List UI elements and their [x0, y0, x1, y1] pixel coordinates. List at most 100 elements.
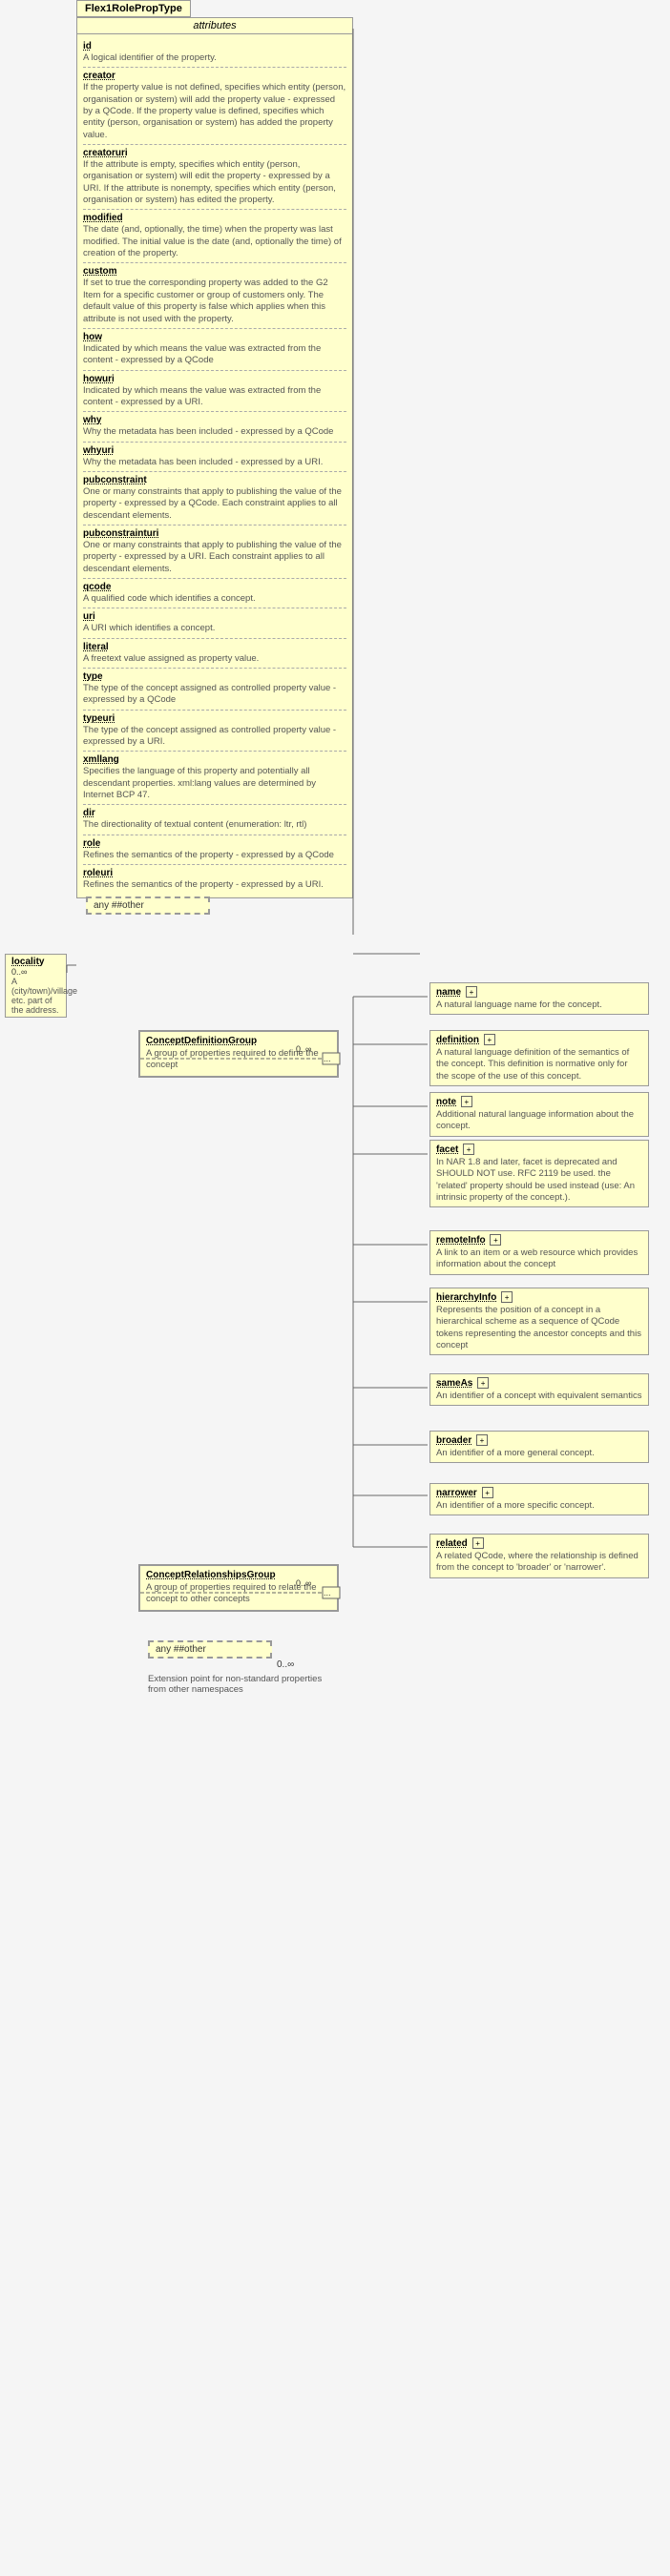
right-box-title-remoteInfo: remoteInfo: [436, 1235, 486, 1246]
right-box-desc-definition: A natural language definition of the sem…: [436, 1047, 642, 1082]
attr-name-how: how: [83, 332, 102, 342]
attr-name-howuri: howuri: [83, 374, 115, 384]
attr-name-qcode: qcode: [83, 582, 111, 592]
attr-item-role: role Refines the semantics of the proper…: [83, 838, 346, 861]
locality-box: locality 0..∞ A (city/town)/village etc.…: [5, 954, 67, 1018]
attr-separator: [83, 638, 346, 639]
concept-def-group-box: ConceptDefinitionGroup A group of proper…: [138, 1030, 339, 1078]
attributes-header-text: attributes: [193, 20, 236, 31]
attributes-inner: id A logical identifier of the property.…: [77, 34, 352, 897]
locality-mult: 0..∞: [11, 967, 60, 977]
attr-name-literal: literal: [83, 642, 109, 652]
attr-item-literal: literal A freetext value assigned as pro…: [83, 642, 346, 665]
attr-desc-custom: If set to true the corresponding propert…: [83, 278, 346, 324]
attr-item-how: how Indicated by which means the value w…: [83, 332, 346, 367]
right-box-desc-name: A natural language name for the concept.: [436, 999, 642, 1011]
right-box-note: note + Additional natural language infor…: [429, 1092, 649, 1137]
attr-desc-creator: If the property value is not defined, sp…: [83, 82, 346, 141]
any-other-label: any ##other: [94, 900, 144, 911]
attr-desc-pubconstrainturi: One or many constraints that apply to pu…: [83, 540, 346, 575]
attr-desc-qcode: A qualified code which identifies a conc…: [83, 593, 346, 605]
right-box-icon-name: +: [466, 986, 477, 998]
attr-item-creator: creator If the property value is not def…: [83, 71, 346, 141]
attr-name-creator: creator: [83, 71, 115, 81]
attr-desc-uri: A URI which identifies a concept.: [83, 623, 346, 634]
attr-name-whyuri: whyuri: [83, 445, 114, 456]
right-box-icon-note: +: [461, 1096, 472, 1107]
attr-separator: [83, 668, 346, 669]
attr-separator: [83, 67, 346, 68]
attr-item-xmllang: xmllang Specifies the language of this p…: [83, 754, 346, 801]
attr-name-creatoruri: creatoruri: [83, 148, 128, 158]
attr-desc-why: Why the metadata has been included - exp…: [83, 426, 346, 438]
attr-name-custom: custom: [83, 266, 117, 277]
attributes-header: attributes: [77, 18, 352, 34]
attr-item-roleuri: roleuri Refines the semantics of the pro…: [83, 868, 346, 891]
attr-separator: [83, 525, 346, 526]
concept-def-group-desc: A group of properties required to define…: [146, 1048, 331, 1072]
right-box-title-definition: definition: [436, 1035, 479, 1045]
right-box-icon-definition: +: [484, 1034, 495, 1045]
right-box-desc-related: A related QCode, where the relationship …: [436, 1551, 642, 1575]
attr-name-uri: uri: [83, 611, 95, 622]
right-box-icon-narrower: +: [482, 1487, 493, 1498]
any-other-box: any ##other: [86, 896, 210, 915]
attr-desc-typeuri: The type of the concept assigned as cont…: [83, 725, 346, 749]
right-box-desc-sameAs: An identifier of a concept with equivale…: [436, 1391, 642, 1402]
attr-separator: [83, 710, 346, 711]
attr-desc-pubconstraint: One or many constraints that apply to pu…: [83, 486, 346, 522]
attr-item-why: why Why the metadata has been included -…: [83, 415, 346, 438]
attr-name-xmllang: xmllang: [83, 754, 119, 765]
attr-desc-dir: The directionality of textual content (e…: [83, 819, 346, 831]
any-other-bottom-box: any ##other: [148, 1640, 272, 1659]
concept-rel-group-box: ConceptRelationshipsGroup A group of pro…: [138, 1564, 339, 1612]
attr-desc-whyuri: Why the metadata has been included - exp…: [83, 457, 346, 468]
attr-name-modified: modified: [83, 213, 123, 223]
diagram-container: Flex1RolePropType attributes id A logica…: [0, 0, 670, 2576]
attributes-box: attributes id A logical identifier of th…: [76, 17, 353, 898]
attr-desc-howuri: Indicated by which means the value was e…: [83, 385, 346, 409]
right-box-icon-facet: +: [463, 1144, 474, 1155]
right-box-icon-remoteInfo: +: [490, 1234, 501, 1246]
concept-rel-group-desc: A group of properties required to relate…: [146, 1582, 331, 1606]
attr-item-typeuri: typeuri The type of the concept assigned…: [83, 713, 346, 749]
attr-separator: [83, 751, 346, 752]
attr-name-id: id: [83, 41, 92, 52]
attr-separator: [83, 442, 346, 443]
attr-name-roleuri: roleuri: [83, 868, 113, 878]
attr-item-pubconstrainturi: pubconstrainturi One or many constraints…: [83, 528, 346, 575]
right-box-title-sameAs: sameAs: [436, 1378, 472, 1389]
right-box-name: name + A natural language name for the c…: [429, 982, 649, 1015]
attr-item-howuri: howuri Indicated by which means the valu…: [83, 374, 346, 409]
right-box-desc-hierarchyInfo: Represents the position of a concept in …: [436, 1305, 642, 1351]
right-box-broader: broader + An identifier of a more genera…: [429, 1431, 649, 1463]
attr-separator: [83, 411, 346, 412]
right-box-remoteInfo: remoteInfo + A link to an item or a web …: [429, 1230, 649, 1275]
right-box-title-hierarchyInfo: hierarchyInfo: [436, 1292, 496, 1303]
right-box-definition: definition + A natural language definiti…: [429, 1030, 649, 1086]
attr-desc-how: Indicated by which means the value was e…: [83, 343, 346, 367]
attr-item-creatoruri: creatoruri If the attribute is empty, sp…: [83, 148, 346, 206]
attr-item-id: id A logical identifier of the property.: [83, 41, 346, 64]
right-box-title-note: note: [436, 1097, 456, 1107]
concept-def-group-title: ConceptDefinitionGroup: [146, 1036, 331, 1046]
attr-name-dir: dir: [83, 808, 95, 818]
right-box-icon-sameAs: +: [477, 1377, 489, 1389]
attr-desc-role: Refines the semantics of the property - …: [83, 850, 346, 861]
attr-separator: [83, 864, 346, 865]
title-text: Flex1RolePropType: [85, 3, 182, 14]
attr-name-role: role: [83, 838, 100, 849]
attr-separator: [83, 370, 346, 371]
right-box-desc-narrower: An identifier of a more specific concept…: [436, 1500, 642, 1512]
attr-separator: [83, 804, 346, 805]
any-other-bottom-desc: Extension point for non-standard propert…: [148, 1674, 339, 1695]
attr-separator: [83, 262, 346, 263]
attr-separator: [83, 578, 346, 579]
any-other-bottom-mult: 0..∞: [277, 1659, 294, 1670]
attr-name-why: why: [83, 415, 101, 425]
attr-desc-id: A logical identifier of the property.: [83, 52, 346, 64]
attr-separator: [83, 328, 346, 329]
attr-desc-literal: A freetext value assigned as property va…: [83, 653, 346, 665]
right-box-desc-facet: In NAR 1.8 and later, facet is deprecate…: [436, 1157, 642, 1204]
right-box-narrower: narrower + An identifier of a more speci…: [429, 1483, 649, 1515]
